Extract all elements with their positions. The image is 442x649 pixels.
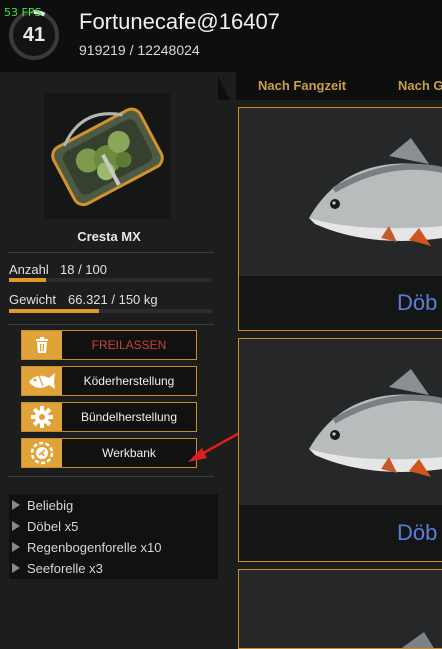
experience-points: 919219 / 12248024 xyxy=(79,42,200,58)
tab-by-catch-time[interactable]: Nach Fangzeit xyxy=(258,78,346,93)
trash-icon xyxy=(22,331,62,359)
triangle-right-icon xyxy=(12,500,20,510)
fish-name: Döb xyxy=(397,520,438,545)
list-item[interactable]: Seeforelle x3 xyxy=(12,561,103,576)
weight-label: Gewicht xyxy=(9,292,56,307)
weight-bar-fill xyxy=(9,309,99,313)
count-value: 18 / 100 xyxy=(60,262,107,277)
fish-name: Döb xyxy=(397,290,438,315)
bait-crafting-label: Köderherstellung xyxy=(83,374,175,388)
chub-fish-icon xyxy=(239,339,442,505)
release-button[interactable]: FREILASSEN xyxy=(21,330,197,360)
release-label: FREILASSEN xyxy=(91,338,167,352)
bundle-crafting-label: Bündelherstellung xyxy=(80,410,178,424)
item-name: Cresta MX xyxy=(77,229,141,244)
gear-icon xyxy=(22,403,62,431)
workbench-label: Werkbank xyxy=(102,446,156,460)
divider xyxy=(8,476,214,477)
list-item-label: Beliebig xyxy=(27,498,74,513)
tab-by-weight[interactable]: Nach G xyxy=(398,78,442,93)
count-bar xyxy=(9,278,212,282)
fish-bait-icon xyxy=(22,367,62,395)
list-item[interactable]: Döbel x5 xyxy=(12,519,78,534)
chub-fish-icon xyxy=(239,108,442,276)
weight-bar xyxy=(9,309,212,313)
fish-card[interactable] xyxy=(238,569,442,649)
bundle-crafting-button[interactable]: Bündelherstellung xyxy=(21,402,197,432)
fish-card[interactable]: Döb xyxy=(238,107,442,331)
divider xyxy=(8,252,214,253)
weight-value: 66.321 / 150 kg xyxy=(68,292,158,307)
triangle-right-icon xyxy=(12,563,20,573)
tab-bar-corner xyxy=(216,72,236,100)
list-item-label: Regenbogenforelle x10 xyxy=(27,540,162,555)
fish-card[interactable]: Döb xyxy=(238,338,442,562)
count-bar-fill xyxy=(9,278,46,282)
bait-crafting-button[interactable]: Köderherstellung xyxy=(21,366,197,396)
triangle-right-icon xyxy=(12,542,20,552)
username: Fortunecafe@16407 xyxy=(79,9,280,34)
workbench-gear-icon xyxy=(22,439,62,467)
count-label: Anzahl xyxy=(9,262,49,277)
list-item[interactable]: Beliebig xyxy=(12,498,73,513)
fish-card-image xyxy=(239,570,442,648)
workbench-button[interactable]: Werkbank xyxy=(21,438,197,468)
triangle-right-icon xyxy=(12,521,20,531)
list-item-label: Seeforelle x3 xyxy=(27,561,103,576)
divider xyxy=(8,324,214,325)
list-item-label: Döbel x5 xyxy=(27,519,79,534)
list-item[interactable]: Regenbogenforelle x10 xyxy=(12,540,161,555)
keepnet-icon xyxy=(44,93,170,219)
fps-counter: 53 FPS xyxy=(4,6,42,19)
